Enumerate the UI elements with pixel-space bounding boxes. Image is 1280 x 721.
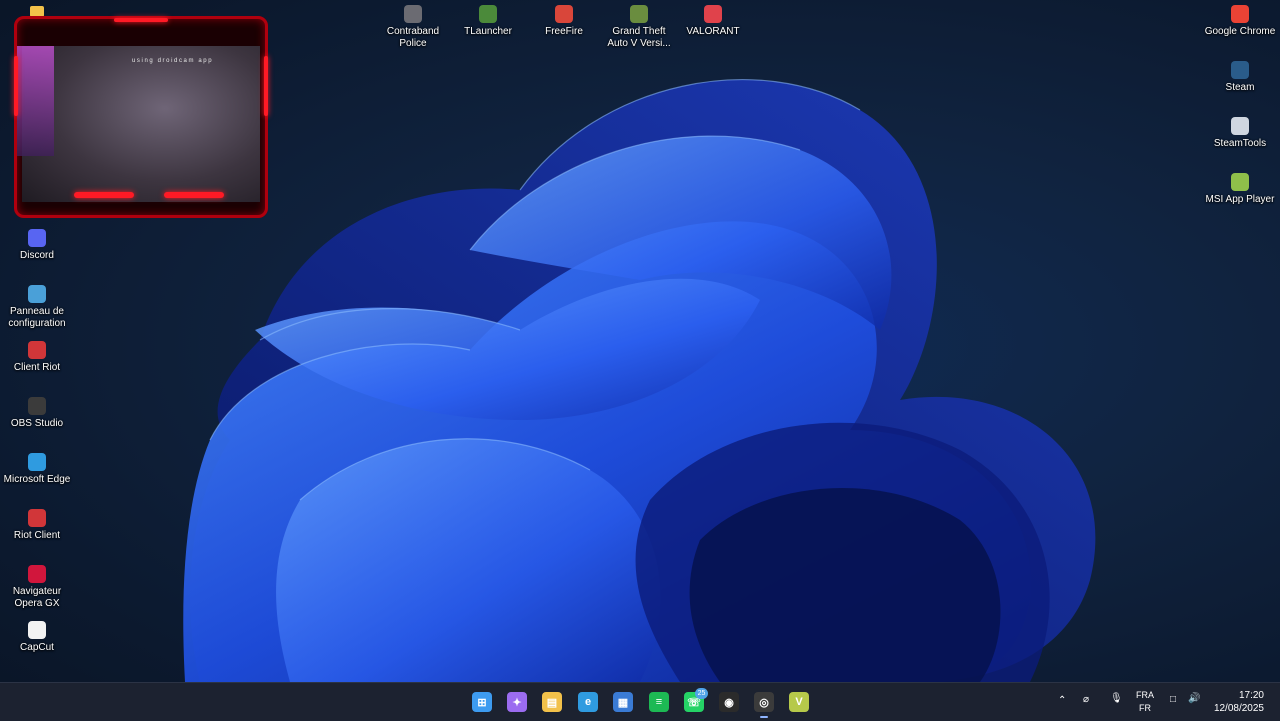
desktop-shortcut-label: Navigateur Opera GX	[12, 586, 62, 609]
desktop-shortcut-label: Microsoft Edge	[3, 474, 71, 485]
steamtools-icon	[1231, 117, 1249, 135]
desktop-shortcut-label: Riot Client	[13, 530, 61, 541]
desktop-shortcut-msi-player[interactable]: MSI App Player	[1203, 173, 1277, 206]
camera-frame-accent	[114, 18, 168, 22]
network-offline-icon[interactable]: ⌀	[1083, 694, 1089, 705]
camera-overlay[interactable]: using droidcam app	[14, 16, 268, 218]
desktop-shortcut-label: OBS Studio	[10, 418, 64, 429]
display-icon[interactable]: □	[1170, 694, 1176, 705]
clock-time: 17:20	[1238, 690, 1264, 701]
camera-frame-accent	[74, 192, 134, 198]
copilot-icon[interactable]: ✦	[507, 692, 527, 712]
desktop-shortcut-riot[interactable]: Client Riot	[0, 341, 74, 374]
desktop-shortcut-valorant[interactable]: VALORANT	[676, 5, 750, 38]
taskbar: ⊞ ✦ ▤ e ▦ ≡ ☏ ◉ ◎ V ⌃ ⌀ 🎙 FRA FR □ 🔊 17:20 12/08/…	[0, 682, 1280, 721]
discord-icon	[28, 229, 46, 247]
riot-client-icon	[28, 509, 46, 527]
whatsapp-badge: 25	[695, 688, 708, 699]
desktop-shortcut-freefire[interactable]: FreeFire	[527, 5, 601, 38]
capcut-icon	[28, 621, 46, 639]
desktop-shortcut-discord[interactable]: Discord	[0, 229, 74, 262]
riot-icon	[28, 341, 46, 359]
clock[interactable]: 17:20 12/08/2025	[1214, 689, 1264, 715]
desktop-shortcut-label: SteamTools	[1213, 138, 1267, 149]
msi-player-icon	[1231, 173, 1249, 191]
microphone-icon[interactable]: 🎙	[1110, 693, 1123, 704]
obs-icon	[28, 397, 46, 415]
camera-frame	[14, 16, 268, 218]
freefire-icon	[555, 5, 573, 23]
spotify-icon[interactable]: ≡	[649, 692, 669, 712]
desktop-shortcut-label: CapCut	[20, 642, 54, 653]
windows-start-icon[interactable]: ⊞	[472, 692, 492, 712]
desktop-shortcut-label: Google Chrome	[1204, 26, 1276, 37]
desktop-shortcut-control-panel[interactable]: Panneau de configuration	[0, 285, 74, 330]
camera-caption: using droidcam app	[132, 58, 214, 64]
desktop-shortcut-riot-client[interactable]: Riot Client	[0, 509, 74, 542]
v-app-icon[interactable]: V	[789, 692, 809, 712]
desktop-shortcut-label: Grand Theft Auto V Versi...	[607, 26, 671, 49]
desktop-shortcut-chrome[interactable]: Google Chrome	[1203, 5, 1277, 38]
desktop-shortcut-gta[interactable]: Grand Theft Auto V Versi...	[602, 5, 676, 50]
camera-frame-accent	[264, 56, 268, 116]
desktop-shortcut-label: Client Riot	[13, 362, 61, 373]
keyboard-layout: FR	[1139, 703, 1151, 713]
desktop-shortcut-tlauncher[interactable]: TLauncher	[451, 5, 525, 38]
contraband-icon	[404, 5, 422, 23]
desktop-shortcut-label: Panneau de configuration	[8, 306, 66, 329]
desktop-shortcut-capcut[interactable]: CapCut	[0, 621, 74, 654]
folder-icon[interactable]: ▤	[542, 692, 562, 712]
chrome-icon	[1231, 5, 1249, 23]
desktop-shortcut-obs[interactable]: OBS Studio	[0, 397, 74, 430]
desktop-shortcut-edge[interactable]: Microsoft Edge	[0, 453, 74, 486]
desktop-shortcut-label: VALORANT	[686, 26, 740, 37]
valorant-icon	[704, 5, 722, 23]
desktop-shortcut-steam[interactable]: Steam	[1203, 61, 1277, 94]
desktop-shortcut-label: MSI App Player	[1205, 194, 1275, 205]
active-app-indicator	[760, 716, 768, 718]
language-code: FRA	[1136, 690, 1154, 700]
camera-frame-accent	[14, 56, 18, 116]
store-icon[interactable]: ▦	[613, 692, 633, 712]
tlauncher-icon	[479, 5, 497, 23]
desktop-shortcut-opera-gx[interactable]: Navigateur Opera GX	[0, 565, 74, 610]
chevron-up-icon[interactable]: ⌃	[1058, 695, 1066, 706]
edge-icon	[28, 453, 46, 471]
desktop-shortcut-contraband[interactable]: Contraband Police	[376, 5, 450, 50]
desktop-shortcut-label: Discord	[20, 250, 54, 261]
control-panel-icon	[28, 285, 46, 303]
language-indicator[interactable]: FRA FR	[1136, 689, 1154, 715]
circle-app-icon[interactable]: ◉	[719, 692, 739, 712]
gta-icon	[630, 5, 648, 23]
desktop-shortcut-label: Steam	[1225, 82, 1255, 93]
desktop-shortcut-label: TLauncher	[464, 26, 512, 37]
clock-date: 12/08/2025	[1213, 703, 1264, 714]
obs-icon[interactable]: ◎	[754, 692, 774, 712]
edge-icon[interactable]: e	[578, 692, 598, 712]
steam-icon	[1231, 61, 1249, 79]
volume-icon[interactable]: 🔊	[1188, 693, 1200, 704]
desktop-shortcut-label: FreeFire	[545, 26, 583, 37]
opera-gx-icon	[28, 565, 46, 583]
camera-frame-accent	[164, 192, 224, 198]
desktop-shortcut-label: Contraband Police	[386, 26, 440, 49]
desktop-shortcut-steamtools[interactable]: SteamTools	[1203, 117, 1277, 150]
